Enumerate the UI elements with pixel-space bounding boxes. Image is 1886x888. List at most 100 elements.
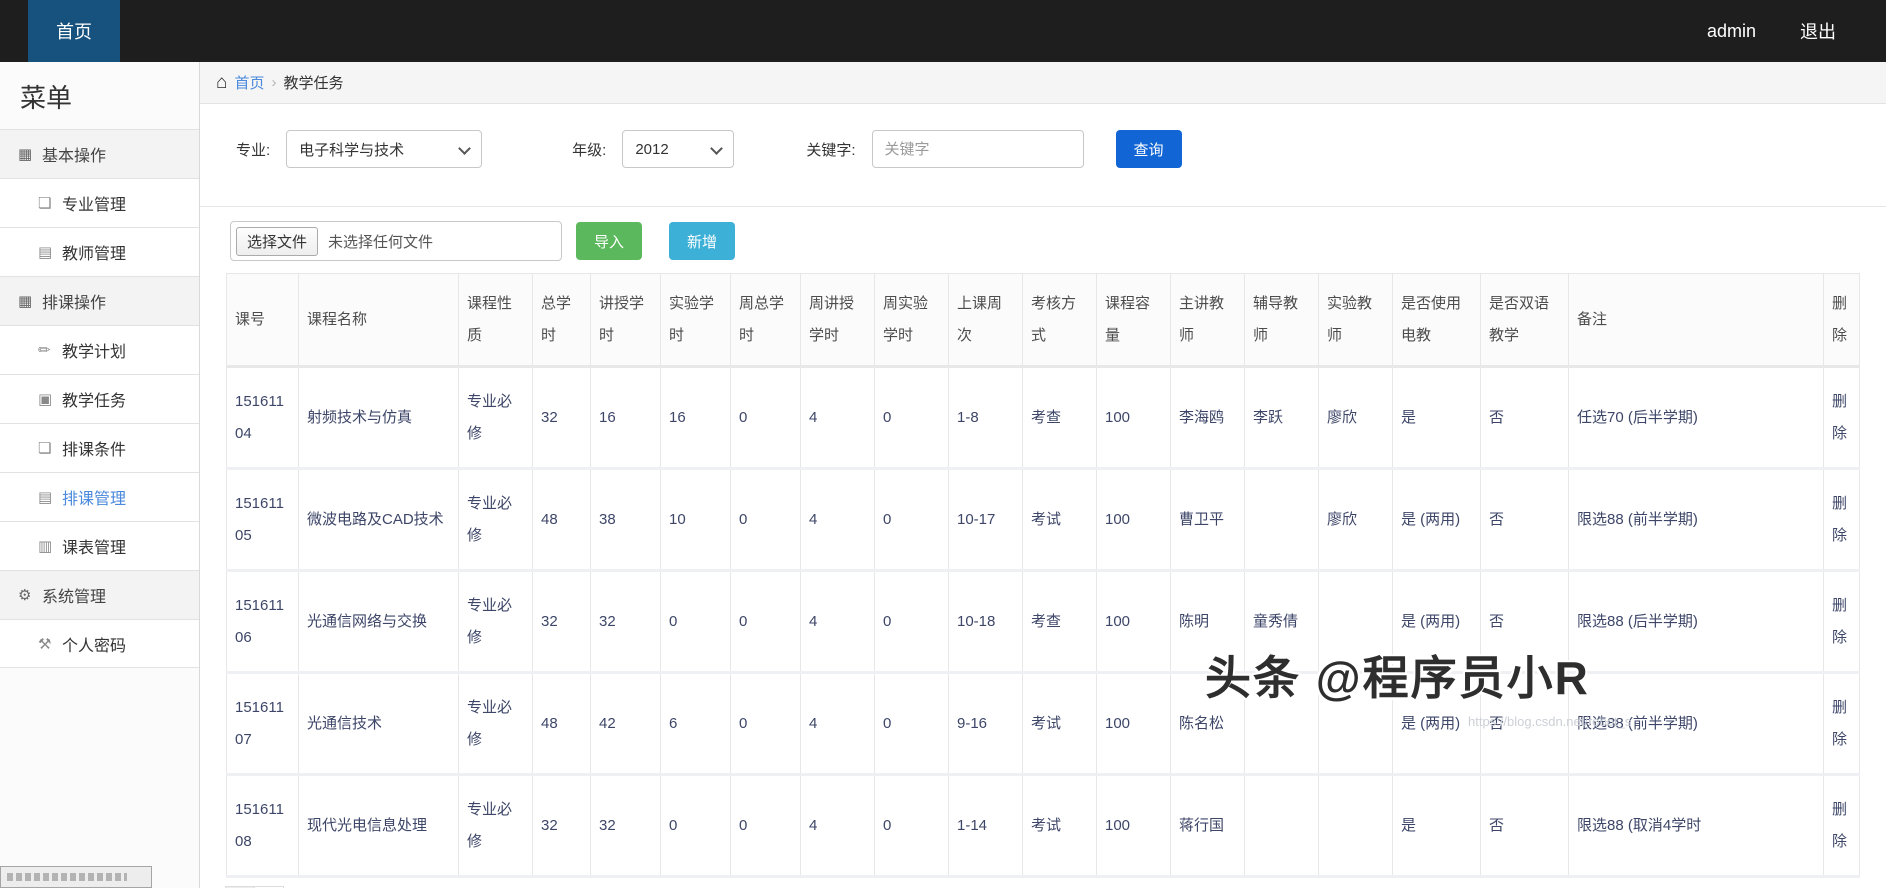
table-cell: 限选88 (后半学期) [1568,570,1824,673]
sidebar-item-专业管理[interactable]: ❏ 专业管理 [0,178,199,227]
table-cell: 李跃 [1244,366,1319,469]
sidebar-item-教学计划[interactable]: ✏ 教学计划 [0,325,199,374]
table-cell-delete: 删除 [1823,774,1860,877]
course-table-wrap: 课号 课程名称 课程性质 总学时 讲授学时 实验学时 周总学时 周讲授学时 周实验学时 上课周次考… [226,273,1860,878]
grade-select-value: 2012 [635,140,669,158]
column-header: 考核方式 [1022,273,1097,367]
table-cell-delete: 删除 [1823,570,1860,673]
file-text-icon: ▤ [38,244,53,261]
table-cell: 陈名松 [1170,672,1245,775]
column-header: 课程名称 [298,273,459,367]
table-cell: 李海鸥 [1170,366,1245,469]
filter-panel: 专业: 电子科学与技术 年级: 2012 关键字: 查询 [200,104,1886,207]
table-cell: 限选88 (前半学期) [1568,468,1824,571]
username[interactable]: admin [1707,21,1756,42]
sidebar-item-排课条件[interactable]: ❏ 排课条件 [0,423,199,472]
delete-link[interactable]: 删除 [1832,495,1847,544]
file-text-icon: ▤ [38,489,53,506]
sidebar-item-教师管理[interactable]: ▤ 教师管理 [0,227,199,276]
grade-select[interactable]: 2012 [622,130,735,168]
tab-home[interactable]: 首页 [28,0,120,62]
column-header: 删除 [1823,273,1860,367]
table-cell: 15161104 [226,366,299,469]
magic-icon: ✏ [38,342,51,359]
table-cell: 32 [590,570,661,673]
table-cell: 是 (两用) [1392,468,1481,571]
file-input[interactable]: 选择文件 未选择任何文件 [230,221,562,261]
table-cell: 考试 [1022,672,1097,775]
logout-button[interactable]: 退出 [1800,18,1836,44]
columns-icon: ▦ [18,293,33,310]
keyword-input[interactable] [871,130,1084,168]
table-cell: 0 [874,774,949,877]
table-cell: 廖欣 [1318,366,1393,469]
sidebar-item-课表管理[interactable]: ▥ 课表管理 [0,521,199,570]
table-cell [1318,570,1393,673]
table-cell: 廖欣 [1318,468,1393,571]
table-cell [1318,672,1393,775]
column-header: 课程容量 [1096,273,1171,367]
table-row: 15161108 现代光电信息处理 专业必修 32 32 0 0 4 0 1-14 考试 100 蒋行国… [226,774,1860,877]
table-cell: 考查 [1022,570,1097,673]
table-cell: 考试 [1022,774,1097,877]
sidebar-item-排课操作[interactable]: ▦ 排课操作 [0,276,199,325]
column-header: 上课周次 [948,273,1023,367]
major-select[interactable]: 电子科学与技术 [286,130,483,168]
table-cell: 0 [660,774,731,877]
table-cell-delete: 删除 [1823,468,1860,571]
search-button[interactable]: 查询 [1115,130,1182,168]
table-cell-delete: 删除 [1823,366,1860,469]
table-cell: 陈明 [1170,570,1245,673]
sidebar-item-个人密码[interactable]: ⚒ 个人密码 [0,619,199,668]
sidebar-item-系统管理[interactable]: ⚙ 系统管理 [0,570,199,619]
sidebar-item-排课管理[interactable]: ▤ 排课管理 [0,472,199,521]
table-cell: 现代光电信息处理 [298,774,459,877]
delete-link[interactable]: 删除 [1832,801,1847,850]
table-cell: 微波电路及CAD技术 [298,468,459,571]
table-cell: 100 [1096,366,1171,469]
column-header: 周讲授学时 [800,273,875,367]
table-cell: 15161105 [226,468,299,571]
delete-link[interactable]: 删除 [1832,699,1847,748]
delete-link[interactable]: 删除 [1832,393,1847,442]
table-cell: 0 [730,570,801,673]
table-header-row: 课号 课程名称 课程性质 总学时 讲授学时 实验学时 周总学时 周讲授学时 周实验学时 上课周次考… [226,273,1860,367]
sidebar-item-基本操作[interactable]: ▦ 基本操作 [0,129,199,178]
choose-file-button[interactable]: 选择文件 [236,226,319,256]
sidebar-title: 菜单 [20,83,73,113]
breadcrumb: ⌂ 首页 › 教学任务 [200,62,1886,104]
upload-row: 选择文件 未选择任何文件 导入 新增 [230,221,1886,261]
table-cell: 否 [1480,570,1569,673]
table-body: 15161104 射频技术与仿真 专业必修 32 16 16 0 4 0 1-8 考查 100 李海鸥李… [226,366,1860,877]
table-cell: 考查 [1022,366,1097,469]
sidebar-item-教学任务[interactable]: ▣ 教学任务 [0,374,199,423]
grade-label: 年级: [572,141,607,159]
table-cell: 15161107 [226,672,299,775]
table-cell: 否 [1480,774,1569,877]
no-file-selected-text: 未选择任何文件 [328,233,434,251]
table-cell: 10-18 [948,570,1023,673]
table-cell: 4 [800,570,875,673]
delete-link[interactable]: 删除 [1832,597,1847,646]
breadcrumb-home-link[interactable]: 首页 [234,72,264,93]
column-header: 实验教师 [1318,273,1393,367]
table-cell: 6 [660,672,731,775]
sidebar-item-label: 教学任务 [62,393,127,410]
table-cell: 是 [1392,366,1481,469]
add-button[interactable]: 新增 [669,222,736,260]
sidebar-item-label: 课表管理 [62,540,127,557]
table-cell: 100 [1096,774,1171,877]
table-cell: 是 [1392,774,1481,877]
table-row: 15161105 微波电路及CAD技术 专业必修 48 38 10 0 4 0 10-17 考试 10… [226,468,1860,571]
table-cell [1244,468,1319,571]
gear-icon: ⚙ [18,587,32,604]
table-cell: 光通信技术 [298,672,459,775]
file-icon: ❏ [38,440,52,457]
table-cell: 0 [730,672,801,775]
table-cell: 0 [730,774,801,877]
sidebar-item-label: 专业管理 [62,197,127,214]
file-icon: ❏ [38,195,52,212]
table-cell: 32 [590,774,661,877]
import-button[interactable]: 导入 [576,222,643,260]
sidebar-item-label: 排课操作 [42,295,107,312]
